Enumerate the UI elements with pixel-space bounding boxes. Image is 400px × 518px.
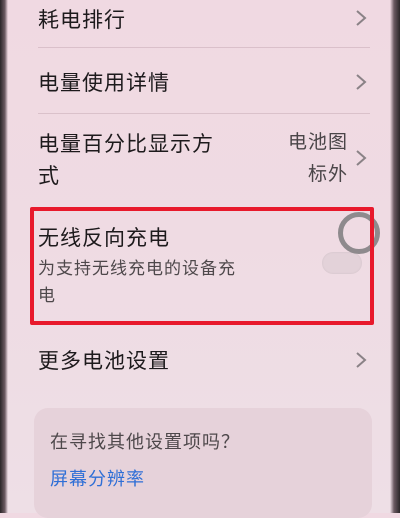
chevron-right-icon [354, 350, 368, 370]
more-battery-label: 更多电池设置 [38, 349, 170, 373]
suggestions-card [34, 408, 372, 518]
suggestions-question: 在寻找其他设置项吗？ [50, 432, 240, 453]
percentage-display-value-line1: 电池图 [287, 131, 348, 153]
usage-details-label: 电量使用详情 [38, 71, 170, 95]
suggestion-link-screen-resolution[interactable]: 屏幕分辨率 [50, 465, 145, 491]
divider [38, 113, 370, 114]
usage-details-row[interactable]: 电量使用详情 [0, 55, 400, 107]
chevron-right-icon [354, 8, 368, 28]
percentage-display-label-line1: 电量百分比显示方 [38, 132, 214, 156]
highlight-box [30, 207, 374, 325]
power-ranking-label: 耗电排行 [38, 8, 126, 32]
chevron-right-icon [354, 148, 368, 168]
percentage-display-label-line2: 式 [38, 164, 60, 188]
percentage-display-row[interactable]: 电量百分比显示方 式 电池图 标外 [0, 118, 400, 198]
divider [38, 47, 370, 48]
more-battery-row[interactable]: 更多电池设置 [0, 336, 400, 386]
power-ranking-row[interactable]: 耗电排行 [0, 0, 400, 40]
percentage-display-value-line2: 标外 [307, 163, 348, 185]
chevron-right-icon [354, 72, 368, 92]
